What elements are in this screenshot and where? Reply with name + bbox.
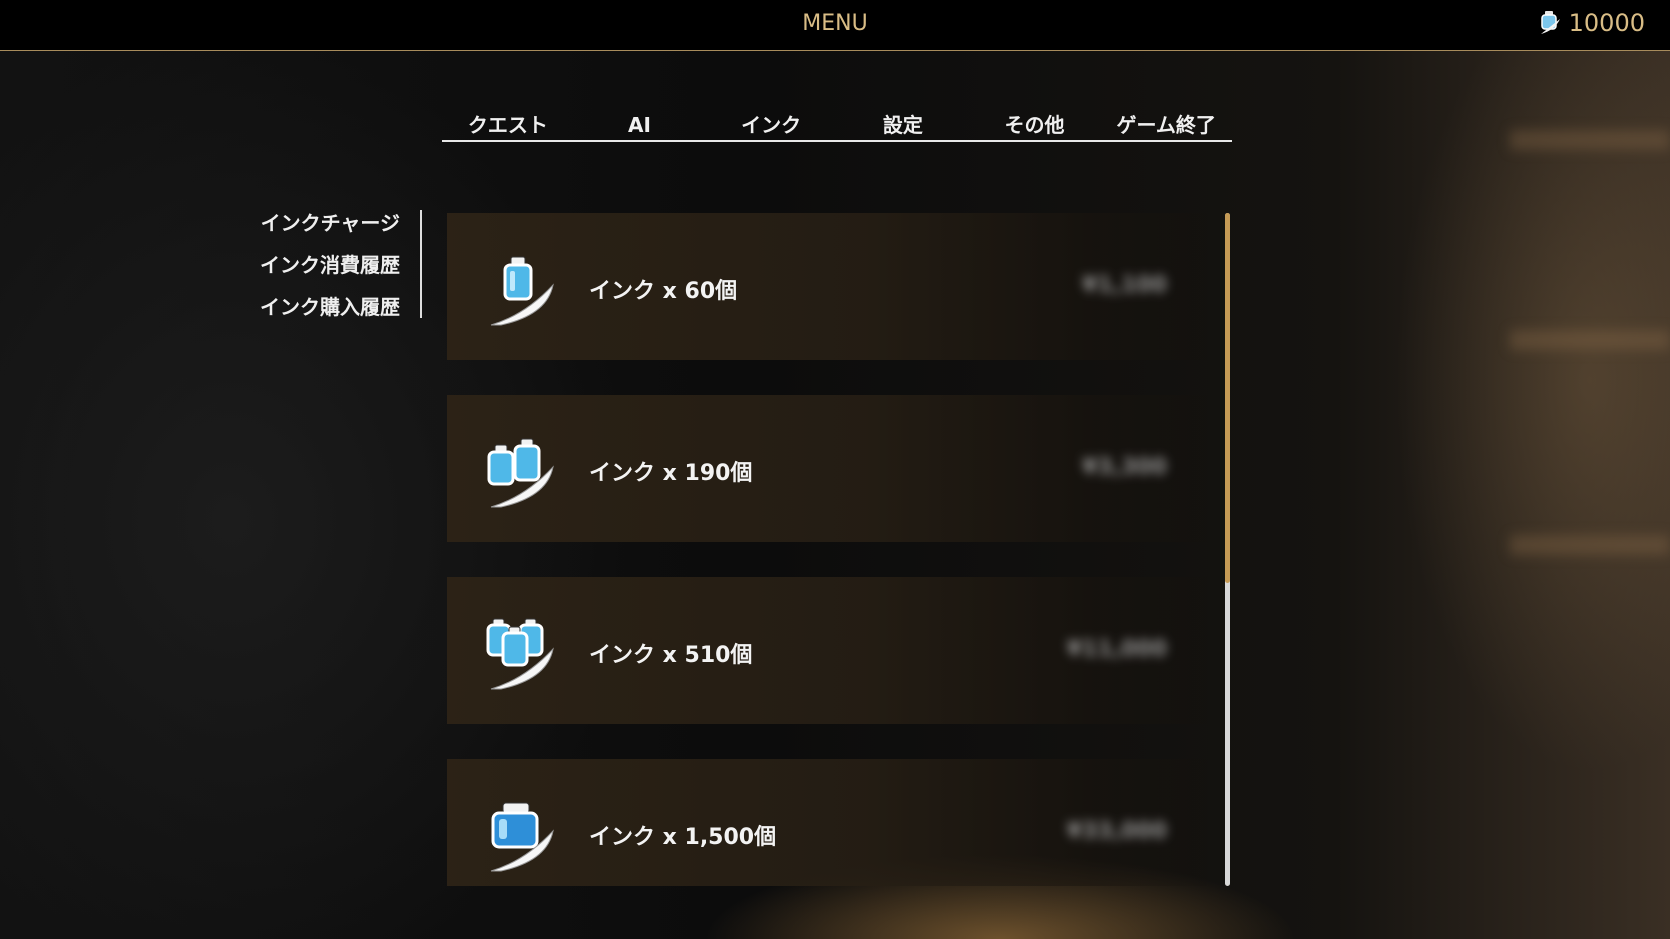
ink-submenu: インクチャージ インク消費履歴 インク購入履歴 [240,210,422,319]
product-label: インク x 190個 [589,461,753,486]
product-label: インク x 60個 [589,279,738,304]
currency-display: 10000 [1537,9,1645,37]
ink-bottles-double-icon [481,433,561,513]
currency-amount: 10000 [1568,9,1645,37]
submenu-item-ink-charge[interactable]: インクチャージ [240,210,420,252]
product-list: インク x 60個 ¥1,100 インク x 190個 ¥3,300 インク x… [447,213,1207,886]
product-price: ¥33,000 [1066,819,1167,844]
product-list-scrollbar[interactable] [1225,213,1230,886]
tab-quest[interactable]: クエスト [442,108,574,140]
main-tab-bar: クエスト AI インク 設定 その他 ゲーム終了 [442,108,1232,142]
menu-title: MENU [802,11,868,36]
ink-jar-large-icon [481,797,561,877]
background-shelf [1510,535,1670,555]
tab-ai[interactable]: AI [574,108,706,140]
product-price: ¥11,000 [1066,637,1167,662]
product-row[interactable]: インク x 510個 ¥11,000 [447,577,1207,724]
background-shelf [1510,330,1670,350]
submenu-item-ink-purchase-history[interactable]: インク購入履歴 [240,294,420,336]
product-price: ¥3,300 [1082,455,1167,480]
product-label: インク x 510個 [589,643,753,668]
tab-settings[interactable]: 設定 [837,108,969,140]
tab-ink[interactable]: インク [705,108,837,140]
background-shelf [1510,130,1670,150]
product-label: インク x 1,500個 [589,825,777,850]
ink-bottle-icon [1540,11,1560,34]
ink-bottle-single-icon [481,251,561,331]
top-bar: MENU 10000 [0,0,1670,51]
product-row[interactable]: インク x 1,500個 ¥33,000 [447,759,1207,886]
product-row[interactable]: インク x 60個 ¥1,100 [447,213,1207,360]
submenu-item-ink-usage-history[interactable]: インク消費履歴 [240,252,420,294]
product-row[interactable]: インク x 190個 ¥3,300 [447,395,1207,542]
product-price: ¥1,100 [1082,273,1167,298]
ink-bottles-triple-icon [481,615,561,695]
tab-quit-game[interactable]: ゲーム終了 [1100,108,1232,140]
scrollbar-thumb[interactable] [1225,213,1230,583]
tab-other[interactable]: その他 [969,108,1101,140]
